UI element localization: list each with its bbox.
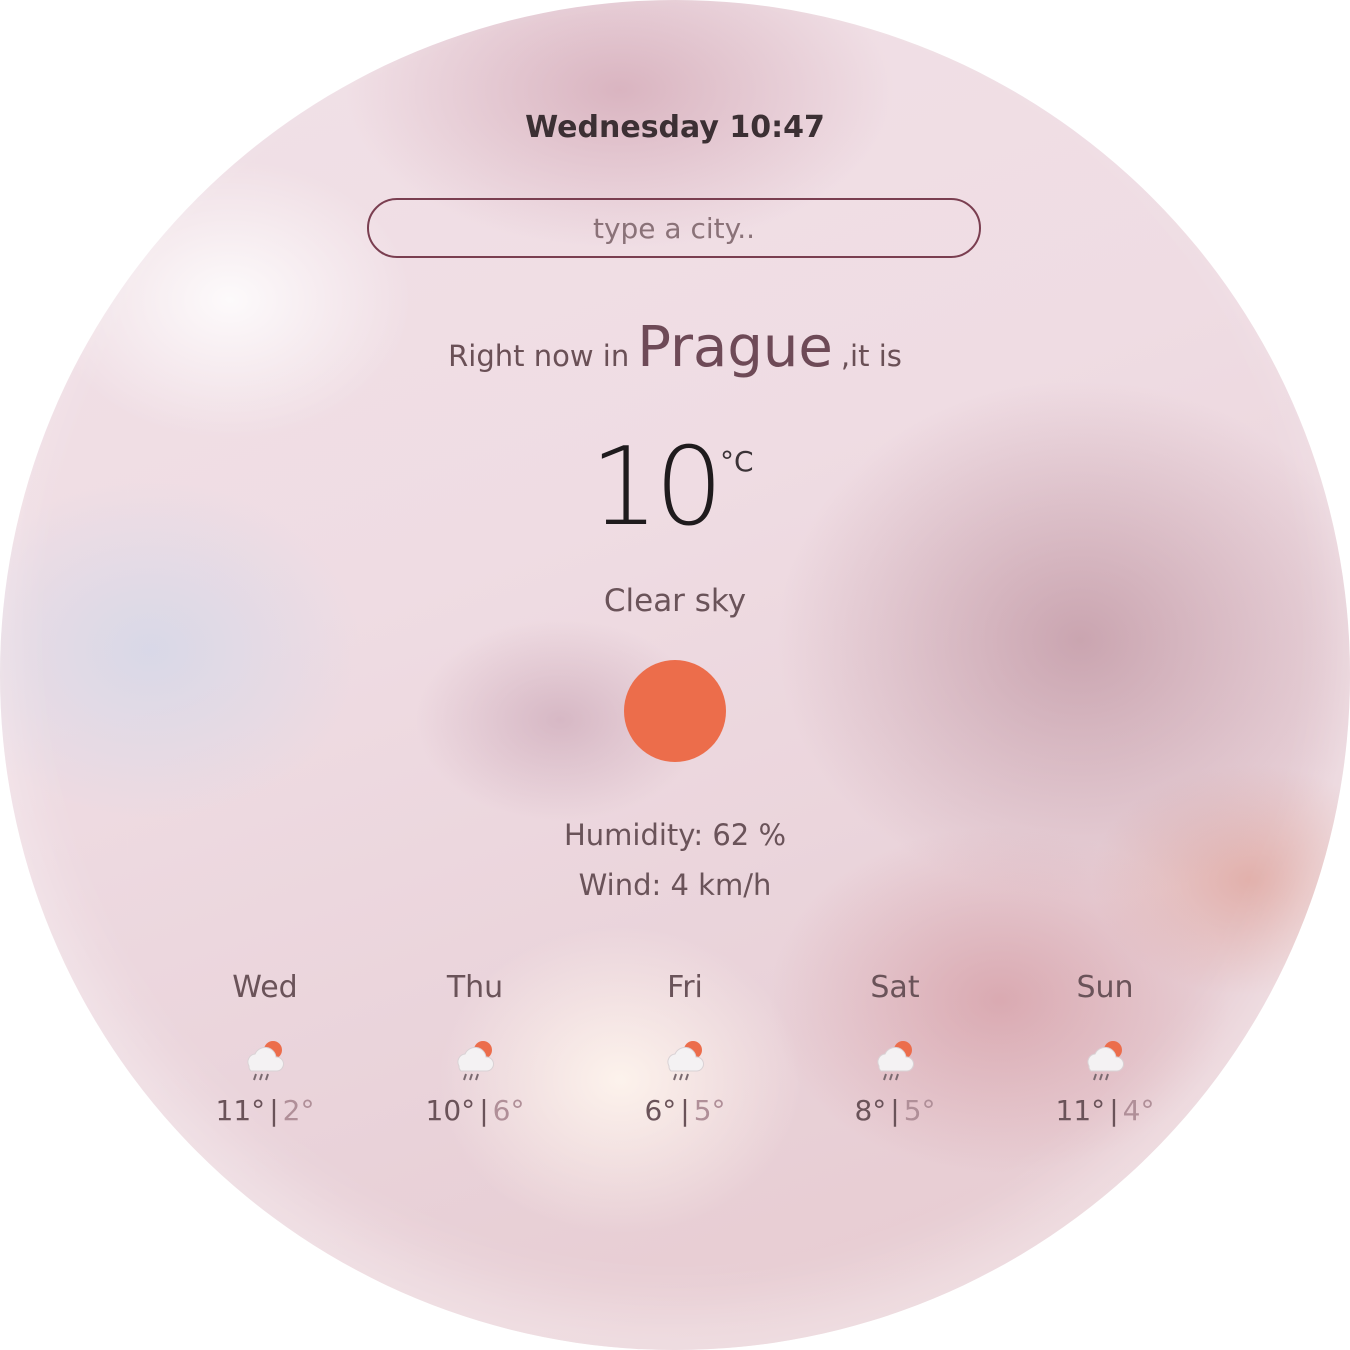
weather-app: Wednesday 10:47 Right now inPrague,it is… <box>0 0 1350 1350</box>
location-prefix: Right now in <box>448 339 630 373</box>
forecast-day: Sat 8° | 5° <box>790 970 1000 1127</box>
wind-readout: Wind: 4 km/h <box>578 868 772 902</box>
rain-cloud-sun-icon <box>667 1041 704 1081</box>
forecast-day-name: Thu <box>446 970 504 1005</box>
forecast-high: 8° <box>854 1094 887 1127</box>
forecast-list: Wed 11° | 2° Thu 10° | 6° Fri 6° | 5° Sat 8° | 5° Sun 11°… <box>160 970 1210 1150</box>
current-temperature: 10 °C <box>0 425 1350 555</box>
location-heading: Right now in Prague ,it is <box>0 315 1350 380</box>
city-name: Prague <box>637 315 833 380</box>
forecast-separator: | <box>890 1094 900 1127</box>
forecast-separator: | <box>479 1094 489 1127</box>
forecast-temperatures: 8° | 5° <box>790 1094 1000 1127</box>
forecast-temperatures: 11° | 4° <box>1000 1094 1210 1127</box>
forecast-separator: | <box>680 1094 690 1127</box>
sun-icon <box>624 660 726 762</box>
forecast-temperatures: 10° | 6° <box>370 1094 580 1127</box>
rain-cloud-sun-icon <box>877 1041 914 1081</box>
forecast-low: 5° <box>693 1094 726 1127</box>
forecast-high: 10° <box>425 1094 476 1127</box>
weather-content: Wednesday 10:47 Right now inPrague,it is… <box>0 0 1350 1350</box>
forecast-low: 5° <box>903 1094 936 1127</box>
rain-cloud-sun-icon <box>1087 1041 1124 1081</box>
forecast-temperatures: 6° | 5° <box>580 1094 790 1127</box>
forecast-temperatures: 11° | 2° <box>160 1094 370 1127</box>
forecast-day-name: Wed <box>232 970 298 1005</box>
forecast-day-name: Sat <box>870 970 920 1005</box>
humidity-readout: Humidity: 62 % <box>563 818 787 852</box>
forecast-day: Sun 11° | 4° <box>1000 970 1210 1127</box>
forecast-day-name: Fri <box>667 970 703 1005</box>
forecast-high: 11° <box>215 1094 266 1127</box>
current-datetime: Wednesday 10:47 <box>525 110 825 145</box>
forecast-day: Wed 11° | 2° <box>160 970 370 1127</box>
forecast-low: 4° <box>1122 1094 1155 1127</box>
forecast-low: 2° <box>282 1094 315 1127</box>
forecast-low: 6° <box>492 1094 525 1127</box>
search-form <box>367 198 981 258</box>
forecast-day: Thu 10° | 6° <box>370 970 580 1127</box>
location-suffix: ,it is <box>840 339 902 373</box>
city-search-input[interactable] <box>367 198 981 258</box>
rain-cloud-sun-icon <box>457 1041 494 1081</box>
weather-description: Clear sky <box>603 583 747 619</box>
rain-cloud-sun-icon <box>247 1041 284 1081</box>
temperature-unit: °C <box>720 445 754 478</box>
forecast-separator: | <box>269 1094 279 1127</box>
temperature-value: 10 <box>590 425 723 550</box>
forecast-high: 11° <box>1055 1094 1106 1127</box>
forecast-high: 6° <box>644 1094 677 1127</box>
forecast-day: Fri 6° | 5° <box>580 970 790 1127</box>
forecast-separator: | <box>1109 1094 1119 1127</box>
forecast-day-name: Sun <box>1076 970 1134 1005</box>
